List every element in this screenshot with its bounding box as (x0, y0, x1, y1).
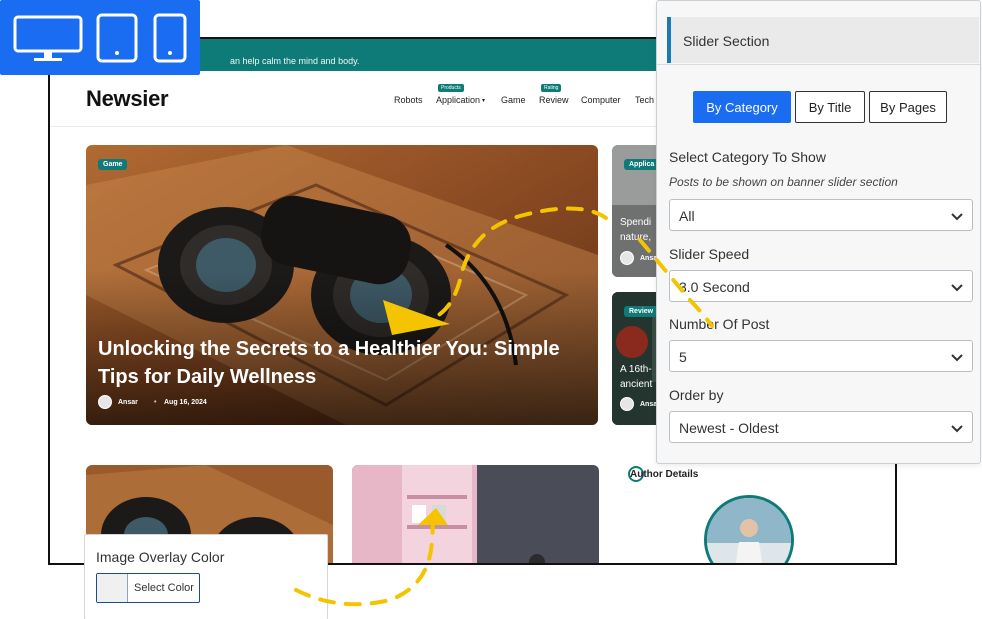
avatar (620, 397, 634, 411)
hero-date: Aug 16, 2024 (164, 399, 207, 406)
hero-post-card[interactable]: Game Unlocking the Secrets to a Healthie… (86, 145, 598, 425)
nav-computer[interactable]: Computer (581, 95, 621, 105)
select-color-button[interactable]: Select Color (96, 573, 200, 603)
overlay-color-card: Image Overlay Color Select Color (84, 534, 328, 619)
hero-title[interactable]: Unlocking the Secrets to a Healthier You… (98, 335, 578, 391)
chevron-down-icon (951, 284, 963, 292)
nav-game[interactable]: Game (501, 95, 526, 105)
order-value: Newest - Oldest (679, 420, 779, 436)
side-title-line[interactable]: A 16th- (620, 362, 652, 377)
site-logo[interactable]: Newsier (86, 86, 169, 112)
panel-title: Slider Section (683, 33, 770, 49)
chevron-down-icon: ▾ (482, 98, 486, 104)
author-avatar[interactable] (704, 495, 794, 563)
order-select[interactable]: Newest - Oldest (669, 411, 973, 443)
category-help: Posts to be shown on banner slider secti… (669, 175, 898, 189)
hero-category-tag[interactable]: Game (98, 159, 128, 170)
category-label: Select Category To Show (669, 149, 826, 165)
color-swatch (97, 574, 128, 602)
avatar (620, 251, 634, 265)
side-title-line[interactable]: Spendi (620, 215, 651, 230)
nav-application-badge: Products (438, 84, 464, 92)
device-toggle (0, 0, 200, 75)
chevron-down-icon (951, 213, 963, 221)
post-thumbnail[interactable] (352, 465, 599, 563)
select-color-label: Select Color (134, 582, 194, 594)
nav-application[interactable]: Application (436, 95, 480, 105)
nav-tech[interactable]: Tech (635, 95, 654, 105)
tab-by-category[interactable]: By Category (693, 91, 791, 123)
chevron-down-icon (951, 425, 963, 433)
separator-dot: • (154, 399, 157, 406)
category-select[interactable]: All (669, 199, 973, 231)
side-title-line[interactable]: ancient (620, 377, 652, 392)
side-author[interactable]: Ansa (640, 255, 657, 262)
author-details-heading: Author Details (630, 469, 699, 480)
slider-settings-panel: Slider Section By Category By Title By P… (656, 0, 981, 464)
side-category-tag[interactable]: Applica (624, 159, 660, 170)
order-label: Order by (669, 387, 724, 403)
speed-select[interactable]: 3.0 Second (669, 270, 973, 302)
mobile-icon[interactable] (153, 13, 187, 63)
tab-by-pages[interactable]: By Pages (869, 91, 947, 123)
top-bar-text: an help calm the mind and body. (230, 56, 360, 66)
speed-label: Slider Speed (669, 246, 750, 262)
nav-review-badge: Rating (541, 84, 562, 92)
author-photo (707, 498, 791, 563)
count-select[interactable]: 5 (669, 340, 973, 372)
nav-robots[interactable]: Robots (394, 95, 423, 105)
chevron-down-icon (951, 354, 963, 362)
tablet-icon[interactable] (96, 13, 138, 63)
hero-author[interactable]: Ansar (118, 399, 138, 406)
desktop-icon[interactable] (12, 14, 84, 62)
nav-review[interactable]: Review (539, 95, 569, 105)
count-label: Number Of Post (669, 316, 770, 332)
panel-header: Slider Section (667, 17, 979, 63)
tab-by-title[interactable]: By Title (795, 91, 865, 123)
overlay-color-title: Image Overlay Color (96, 549, 225, 565)
side-title-line[interactable]: nature, (620, 230, 651, 245)
screenshot-stage: an help calm the mind and body. Newsier … (0, 0, 982, 619)
count-value: 5 (679, 349, 687, 365)
category-value: All (679, 208, 695, 224)
pink-closet-image (352, 465, 599, 563)
speed-value: 3.0 Second (679, 279, 750, 295)
side-author[interactable]: Ansa (640, 401, 657, 408)
divider (657, 64, 980, 65)
side-category-tag[interactable]: Review (624, 306, 659, 317)
avatar (98, 395, 112, 409)
